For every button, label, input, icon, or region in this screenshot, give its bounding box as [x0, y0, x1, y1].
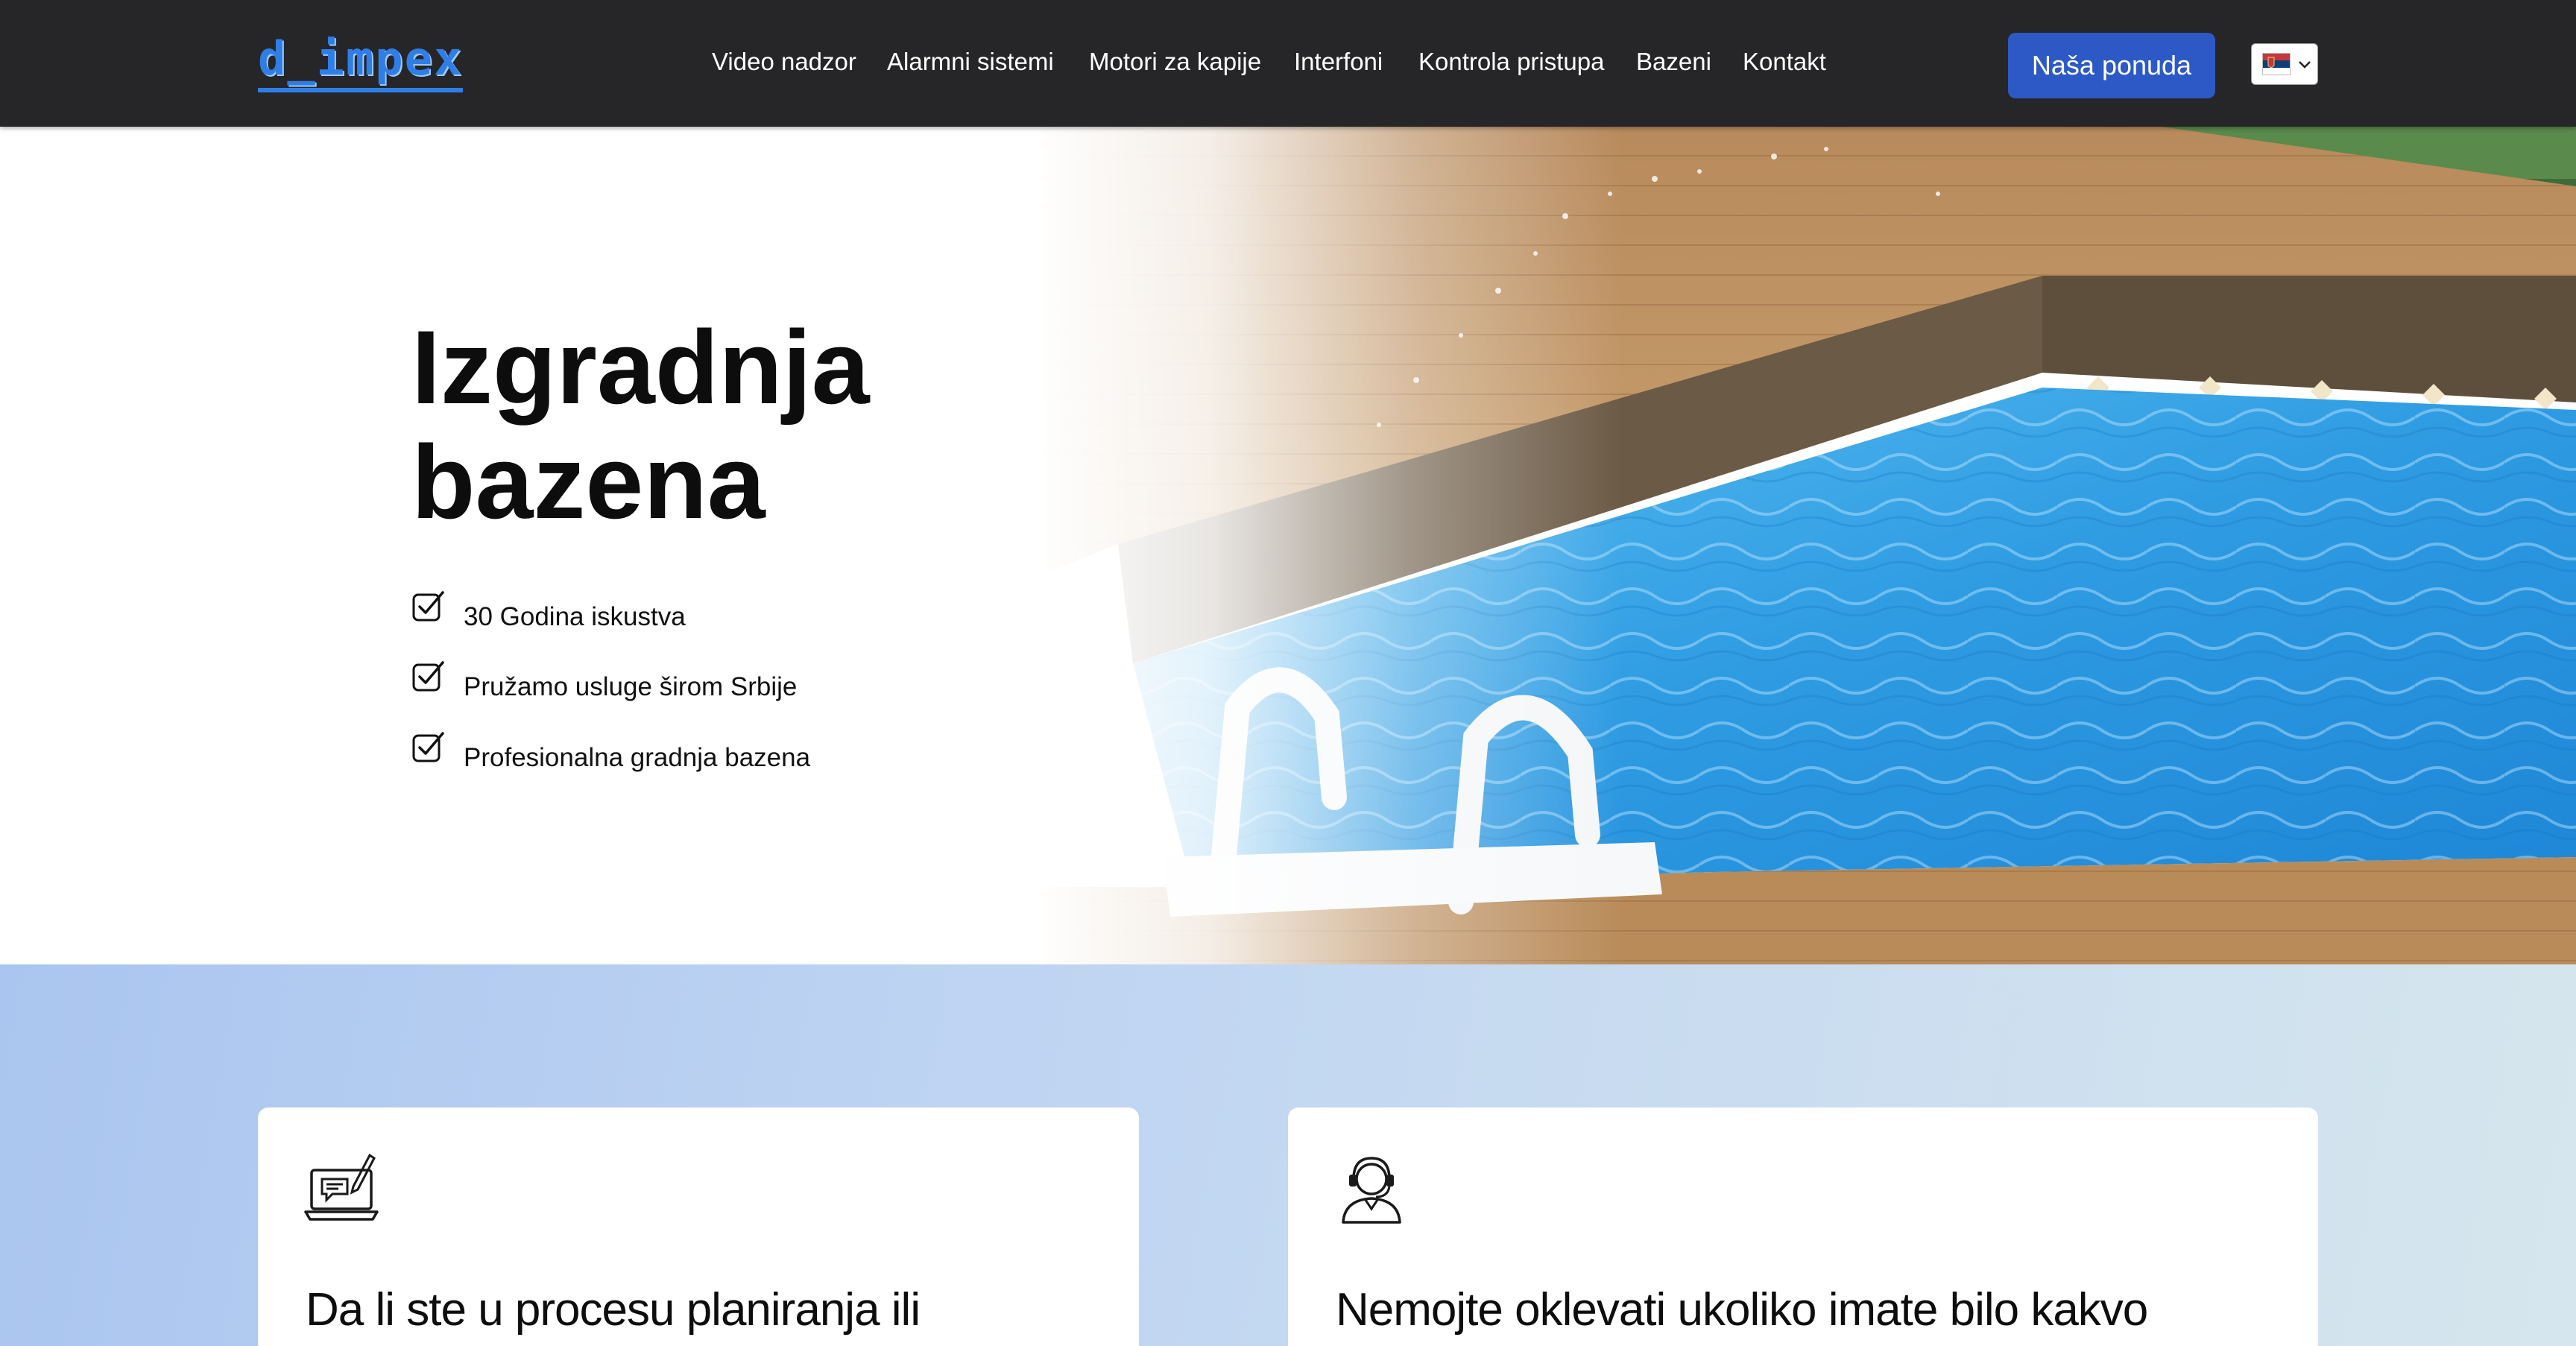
nav-item-bazeni[interactable]: Bazeni	[1636, 43, 1711, 80]
pool-hero-image	[0, 127, 2576, 964]
serbia-flag-icon	[2262, 53, 2291, 75]
nav-item-kontrola-pristupa[interactable]: Kontrola pristupa	[1418, 43, 1604, 80]
checkbox-check-icon	[412, 661, 444, 692]
nav-item-motori-za-kapije[interactable]: Motori za kapije	[1089, 43, 1261, 80]
hero-title-line-1: Izgradnja	[411, 309, 870, 426]
nav-item-video-nadzor[interactable]: Video nadzor	[712, 43, 856, 80]
nav-item-interfoni[interactable]: Interfoni	[1294, 43, 1383, 80]
services-section: Da li ste u procesu planiranja ili Nemoj…	[0, 964, 2576, 1346]
service-card-title: Da li ste u procesu planiranja ili	[306, 1284, 921, 1336]
hero-title-line-2: bazena	[411, 423, 765, 540]
nav-item-alarmni-sistemi[interactable]: Alarmni sistemi	[887, 43, 1054, 80]
support-agent-icon	[1342, 1157, 1401, 1224]
language-selector[interactable]	[2251, 43, 2318, 85]
feature-item: Profesionalna gradnja bazena	[411, 730, 1082, 774]
feature-text: Pružamo usluge širom Srbije	[464, 672, 798, 701]
checkbox-check-icon	[412, 732, 444, 762]
service-card-support: Nemojte oklevati ukoliko imate bilo kakv…	[1288, 1108, 2318, 1346]
hero-section: Izgradnja bazena 30 Godina iskustva Pruž…	[0, 127, 2576, 964]
nav-item-kontakt[interactable]: Kontakt	[1743, 43, 1826, 80]
feature-text: 30 Godina iskustva	[464, 602, 686, 631]
laptop-chat-icon	[304, 1153, 379, 1221]
site-header: d_impex Video nadzor Alarmni sistemi Mot…	[0, 0, 2576, 127]
feature-text: Profesionalna gradnja bazena	[464, 743, 811, 772]
feature-item: Pružamo usluge širom Srbije	[411, 659, 1082, 704]
nasa-ponuda-button[interactable]: Naša ponuda	[2008, 33, 2215, 98]
hero-title: Izgradnja bazena	[411, 310, 1082, 540]
service-card-title: Nemojte oklevati ukoliko imate bilo kakv…	[1336, 1284, 2148, 1336]
checkbox-check-icon	[412, 591, 444, 622]
feature-item: 30 Godina iskustva	[411, 589, 1082, 633]
service-card-planning: Da li ste u procesu planiranja ili	[258, 1108, 1139, 1346]
chevron-down-icon	[2299, 61, 2311, 69]
